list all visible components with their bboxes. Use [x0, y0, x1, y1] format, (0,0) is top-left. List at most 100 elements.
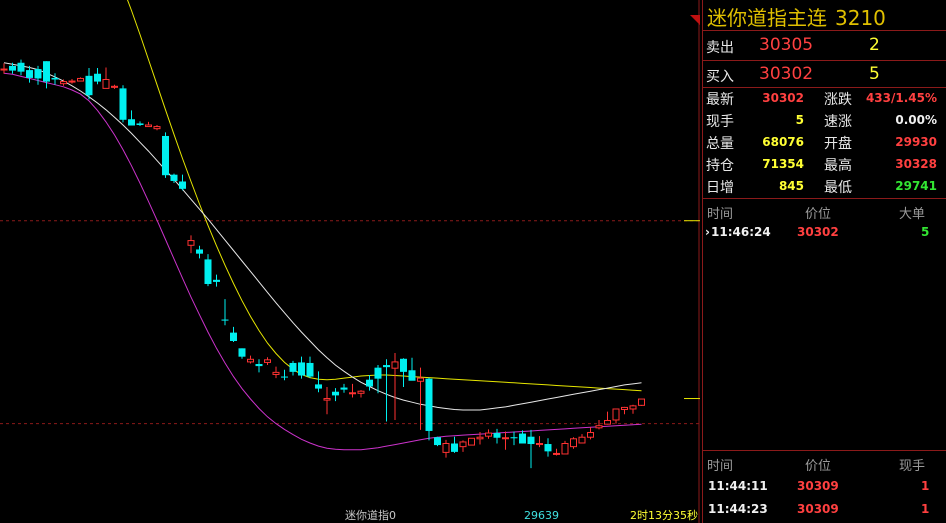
candle-body — [493, 433, 501, 438]
candle-body — [238, 348, 246, 357]
candle — [425, 377, 433, 441]
candle — [289, 360, 297, 376]
candle-body — [408, 370, 416, 381]
candle — [255, 359, 263, 373]
stat-value: 68076 — [762, 135, 804, 149]
candle-body — [485, 432, 492, 437]
candle-body — [213, 279, 220, 282]
stat-value: 71354 — [762, 157, 804, 171]
candle — [561, 440, 569, 455]
candle — [485, 429, 492, 439]
tick-price: 30309 — [797, 502, 839, 516]
instrument-title: 迷你道指主连 3210 — [707, 2, 886, 31]
candle — [323, 387, 331, 415]
candle-body — [553, 452, 560, 455]
candle-body — [544, 444, 552, 452]
candle-body — [102, 78, 110, 89]
candle — [519, 430, 526, 444]
candle — [196, 245, 203, 259]
stat-value: 30302 — [762, 91, 804, 105]
low-price-marker: 29639 — [524, 509, 559, 522]
lower-band-path — [3, 72, 642, 451]
candle-body — [145, 124, 152, 128]
candle-body — [17, 62, 25, 72]
candle-body — [629, 405, 637, 410]
stat-label: 日增 — [706, 180, 734, 196]
candle-body — [578, 436, 586, 444]
candle — [68, 78, 76, 84]
candlestick-chart[interactable]: 迷你道指0 29639 2时13分35秒 — [0, 0, 700, 523]
ma-path — [3, 62, 642, 411]
grid-lines — [0, 0, 700, 523]
candle-body — [119, 88, 127, 120]
candle-body — [247, 358, 254, 363]
stat-value: 5 — [795, 113, 804, 127]
buy-row[interactable]: 买入 30302 5 — [703, 61, 946, 87]
stat-value: 29930 — [895, 135, 937, 149]
candle-body — [221, 319, 229, 321]
candles-group — [0, 59, 645, 469]
tick-size: 1 — [921, 502, 930, 516]
stat-label: 最新 — [706, 92, 734, 108]
header-price: 价位 — [805, 207, 832, 222]
stat-label: 现手 — [706, 114, 734, 130]
candle-body — [621, 406, 628, 411]
candle — [298, 356, 305, 379]
candle — [468, 437, 475, 446]
candle-body — [68, 80, 76, 83]
candle — [612, 408, 620, 424]
candle — [536, 436, 543, 448]
tick-time: 11:44:23 — [708, 502, 768, 516]
candle-body — [315, 384, 322, 389]
candle-body — [476, 436, 484, 440]
stat-label: 最低 — [824, 180, 852, 196]
candle — [332, 388, 339, 402]
candle — [213, 274, 220, 287]
candle-body — [0, 68, 8, 71]
candle-body — [204, 259, 212, 284]
candle — [408, 357, 416, 381]
candle — [578, 434, 586, 444]
upper-band-line — [126, 0, 642, 392]
sell-volume: 2 — [869, 35, 880, 55]
candle-body — [9, 65, 16, 71]
stat-label: 总量 — [706, 136, 734, 152]
candle — [493, 428, 501, 444]
candle-body — [306, 362, 314, 377]
tick-size: 1 — [921, 479, 930, 493]
stat-value: 845 — [778, 179, 804, 193]
sell-price: 30305 — [759, 35, 814, 55]
candle — [264, 357, 271, 366]
candle — [604, 411, 611, 425]
candle — [502, 431, 509, 450]
candle — [0, 63, 8, 74]
candle-body — [366, 379, 373, 387]
candle — [17, 59, 25, 76]
order-arrow: › — [705, 225, 710, 239]
candle — [434, 436, 441, 447]
candle-body — [502, 437, 509, 440]
candle-body — [391, 361, 399, 369]
sell-row[interactable]: 卖出 30305 2 — [703, 32, 946, 60]
stat-label: 最高 — [824, 158, 852, 174]
header-size: 大单 — [899, 207, 926, 222]
candle-body — [451, 443, 458, 452]
quote-panel: 迷你道指主连 3210 卖出 30305 2 买入 30302 5 最新 30302… — [702, 0, 946, 523]
candle-body — [153, 126, 161, 130]
candle-body — [349, 392, 356, 395]
candle-body — [510, 437, 518, 439]
candle-body — [111, 85, 118, 88]
candle — [510, 431, 518, 446]
candle-body — [230, 332, 237, 341]
candle-body — [85, 75, 93, 96]
candle-body — [612, 408, 620, 421]
candle — [102, 67, 110, 89]
candle — [357, 390, 365, 398]
tick-time: 11:44:11 — [708, 479, 768, 493]
candle-body — [26, 70, 33, 78]
order-price: 30302 — [797, 225, 839, 239]
buy-price: 30302 — [759, 64, 814, 84]
candle — [527, 429, 535, 469]
candle-body — [519, 433, 526, 444]
candle-body — [468, 437, 475, 446]
